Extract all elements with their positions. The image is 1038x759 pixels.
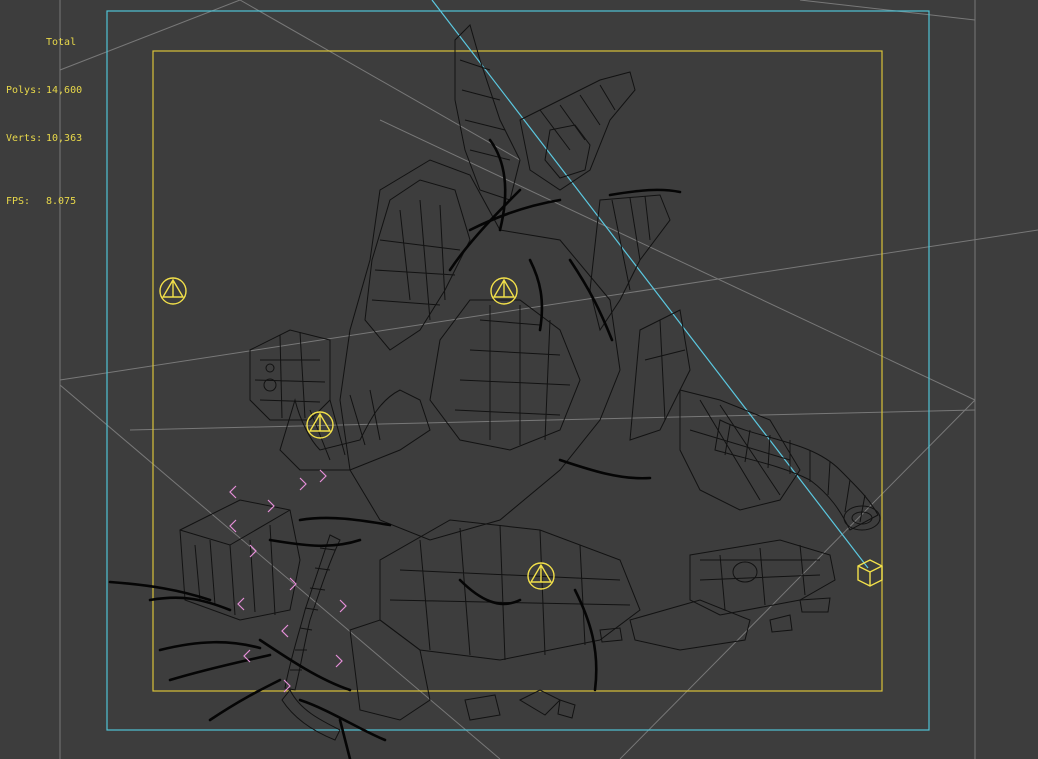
omni-light-icon[interactable] — [159, 277, 187, 305]
construction-lines — [59, 0, 1038, 759]
safe-frame-outer — [106, 10, 930, 731]
fps-row: FPS: 8.075 — [6, 194, 82, 210]
fps-value: 8.075 — [46, 196, 77, 207]
camera-target-line — [431, 0, 869, 569]
safe-frame-inner — [152, 50, 883, 692]
stats-title: Total — [46, 37, 77, 48]
wireframe-model[interactable] — [179, 24, 881, 741]
verts-row: Verts: 10,363 — [6, 131, 82, 147]
viewport-statistics: Total Polys: 14,600 Verts: 10,363 FPS: 8… — [6, 3, 82, 242]
cable-strands — [108, 138, 682, 759]
verts-label: Verts: — [6, 133, 43, 144]
verts-value: 10,363 — [46, 133, 83, 144]
wireframe-scene[interactable] — [0, 0, 1038, 759]
polys-row: Polys: 14,600 — [6, 83, 82, 99]
perspective-viewport[interactable]: Total Polys: 14,600 Verts: 10,363 FPS: 8… — [0, 0, 1038, 759]
fps-label: FPS: — [6, 196, 31, 207]
polys-label: Polys: — [6, 85, 43, 96]
polys-value: 14,600 — [46, 85, 83, 96]
target-cube-icon[interactable] — [857, 559, 883, 587]
